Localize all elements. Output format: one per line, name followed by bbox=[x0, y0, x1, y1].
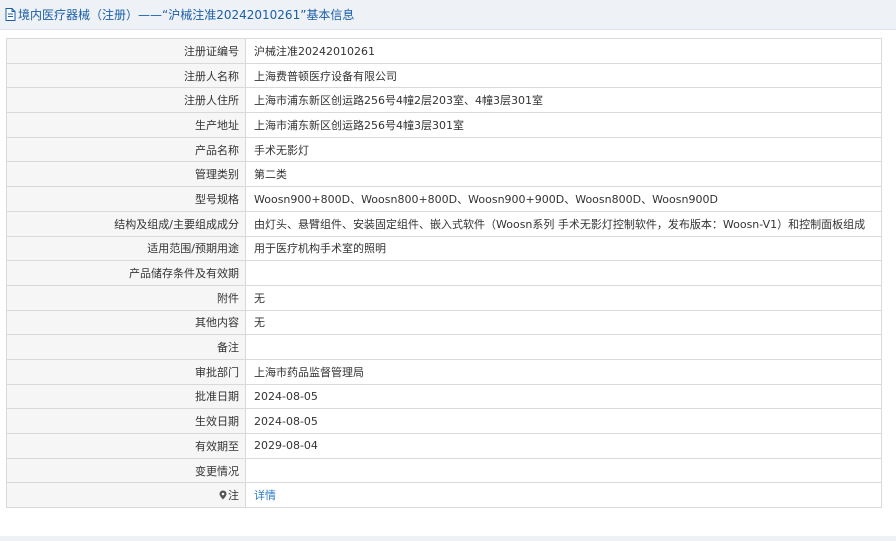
table-row: 注册证编号 沪械注准20242010261 bbox=[6, 38, 882, 64]
field-value: 无 bbox=[245, 309, 882, 336]
field-label: 有效期至 bbox=[6, 433, 246, 459]
field-value: 上海市浦东新区创运路256号4幢2层203室、4幢3层301室 bbox=[245, 87, 882, 114]
field-label: 产品储存条件及有效期 bbox=[6, 260, 246, 286]
field-value: 由灯头、悬臂组件、安装固定组件、嵌入式软件（Woosn系列 手术无影灯控制软件，… bbox=[245, 210, 882, 237]
field-label: 其他内容 bbox=[6, 309, 246, 336]
field-value: Woosn900+800D、Woosn800+800D、Woosn900+900… bbox=[245, 186, 882, 212]
page: 境内医疗器械（注册）——“沪械注准20242010261”基本信息 注册证编号沪… bbox=[0, 0, 896, 541]
field-value: 沪械注准20242010261 bbox=[245, 38, 882, 64]
field-label: 型号规格 bbox=[6, 186, 246, 212]
field-label: 注册人名称 bbox=[6, 62, 246, 89]
field-label: 注册证编号 bbox=[6, 38, 246, 64]
info-table-container: 注册证编号 沪械注准20242010261 注册人名称 上海费普顿医疗设备有限公司 注册… bbox=[6, 38, 882, 509]
field-value: 上海市药品监督管理局 bbox=[245, 358, 882, 385]
document-icon bbox=[4, 8, 16, 22]
field-value: 第二类 bbox=[245, 161, 882, 188]
field-value: 无 bbox=[245, 284, 882, 311]
table-row: 适用范围/预期用途 用于医疗机构手术室的照明 bbox=[6, 235, 882, 262]
table-row: 批准日期 2024-08-05 bbox=[6, 383, 882, 410]
bottom-bar bbox=[0, 536, 896, 541]
field-value bbox=[245, 457, 882, 484]
table-row: 有效期至 2029-08-04 bbox=[6, 433, 882, 459]
table-row: 变更情况 bbox=[6, 457, 882, 484]
details-link[interactable]: 详情 bbox=[254, 489, 276, 502]
table-row: 生效日期 2024-08-05 bbox=[6, 408, 882, 434]
page-header: 境内医疗器械（注册）——“沪械注准20242010261”基本信息 bbox=[0, 0, 896, 30]
table-row: 管理类别 第二类 bbox=[6, 161, 882, 188]
field-label: 管理类别 bbox=[6, 161, 246, 188]
table-row: 产品储存条件及有效期 bbox=[6, 260, 882, 286]
table-row: 备注 bbox=[6, 334, 882, 360]
note-value-cell: 详情 bbox=[245, 482, 882, 509]
info-table: 注册证编号 沪械注准20242010261 注册人名称 上海费普顿医疗设备有限公司 注册… bbox=[6, 38, 882, 509]
pin-icon bbox=[219, 490, 227, 500]
field-label: 结构及组成/主要组成成分 bbox=[6, 210, 246, 237]
table-row: 审批部门 上海市药品监督管理局 bbox=[6, 358, 882, 385]
field-value: 用于医疗机构手术室的照明 bbox=[245, 235, 882, 262]
field-value: 2029-08-04 bbox=[245, 433, 882, 459]
field-value: 上海费普顿医疗设备有限公司 bbox=[245, 62, 882, 89]
field-label: 产品名称 bbox=[6, 136, 246, 163]
field-label: 注册人住所 bbox=[6, 87, 246, 114]
field-label: 批准日期 bbox=[6, 383, 246, 410]
field-label: 生产地址 bbox=[6, 112, 246, 138]
table-row: 生产地址 上海市浦东新区创运路256号4幢3层301室 bbox=[6, 112, 882, 138]
field-value bbox=[245, 260, 882, 286]
table-row: 注册人名称 上海费普顿医疗设备有限公司 bbox=[6, 62, 882, 89]
field-value bbox=[245, 334, 882, 360]
table-row: 其他内容无 bbox=[6, 309, 882, 336]
field-label: 审批部门 bbox=[6, 358, 246, 385]
field-value: 2024-08-05 bbox=[245, 383, 882, 410]
table-row: 产品名称 手术无影灯 bbox=[6, 136, 882, 163]
note-label-cell: 注 bbox=[6, 482, 246, 509]
field-label: 生效日期 bbox=[6, 408, 246, 434]
field-value: 上海市浦东新区创运路256号4幢3层301室 bbox=[245, 112, 882, 138]
table-row-note: 注 详情 bbox=[6, 482, 882, 509]
page-title: 境内医疗器械（注册）——“沪械注准20242010261”基本信息 bbox=[18, 8, 355, 22]
field-label: 变更情况 bbox=[6, 457, 246, 484]
table-row: 附件无 bbox=[6, 284, 882, 311]
table-row: 型号规格 Woosn900+800D、Woosn800+800D、Woosn900… bbox=[6, 186, 882, 212]
table-row: 注册人住所 上海市浦东新区创运路256号4幢2层203室、4幢3层301室 bbox=[6, 87, 882, 114]
field-label: 备注 bbox=[6, 334, 246, 360]
field-label: 附件 bbox=[6, 284, 246, 311]
field-label: 适用范围/预期用途 bbox=[6, 235, 246, 262]
table-row: 结构及组成/主要组成成分 由灯头、悬臂组件、安装固定组件、嵌入式软件（Woosn系… bbox=[6, 210, 882, 237]
field-value: 2024-08-05 bbox=[245, 408, 882, 434]
note-label: 注 bbox=[228, 489, 239, 503]
field-value: 手术无影灯 bbox=[245, 136, 882, 163]
